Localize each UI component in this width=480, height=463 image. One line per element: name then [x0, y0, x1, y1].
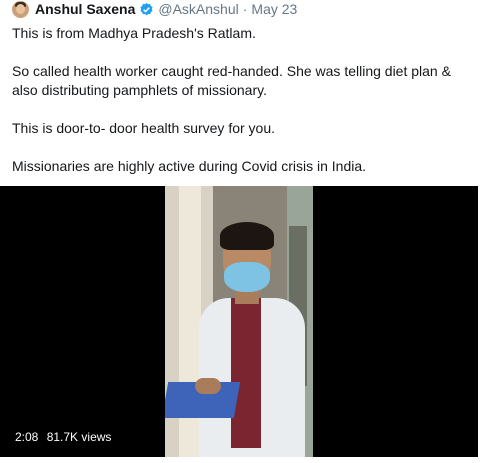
tweet-text: This is from Madhya Pradesh's Ratlam. So… — [12, 24, 472, 195]
tweet-card: Anshul Saxena @AskAnshul · May 23 This i… — [0, 0, 480, 463]
face-mask — [224, 262, 270, 292]
video-frame — [165, 186, 313, 457]
separator-dot: · — [242, 1, 248, 17]
author-name[interactable]: Anshul Saxena — [35, 1, 135, 17]
avatar[interactable] — [12, 0, 29, 18]
video-stats: 2:08 81.7K views — [15, 430, 111, 444]
video-views: 81.7K views — [46, 430, 112, 444]
person-shirt — [231, 298, 261, 448]
tweet-paragraph: So called health worker caught red-hande… — [12, 63, 451, 98]
video-player[interactable]: 2:08 81.7K views — [0, 186, 478, 457]
tweet-header: Anshul Saxena @AskAnshul · May 23 — [12, 0, 297, 18]
avatar-face — [16, 3, 25, 14]
verified-badge-icon — [139, 2, 154, 17]
author-handle[interactable]: @AskAnshul — [158, 1, 238, 17]
tweet-date[interactable]: May 23 — [251, 1, 297, 17]
tweet-paragraph: This is door-to- door health survey for … — [12, 120, 276, 136]
tweet-paragraph: This is from Madhya Pradesh's Ratlam. — [12, 25, 256, 41]
tweet-paragraph: Missionaries are highly active during Co… — [12, 158, 367, 174]
person-hair — [220, 222, 274, 250]
video-duration: 2:08 — [15, 430, 39, 444]
person-hand — [195, 378, 221, 394]
